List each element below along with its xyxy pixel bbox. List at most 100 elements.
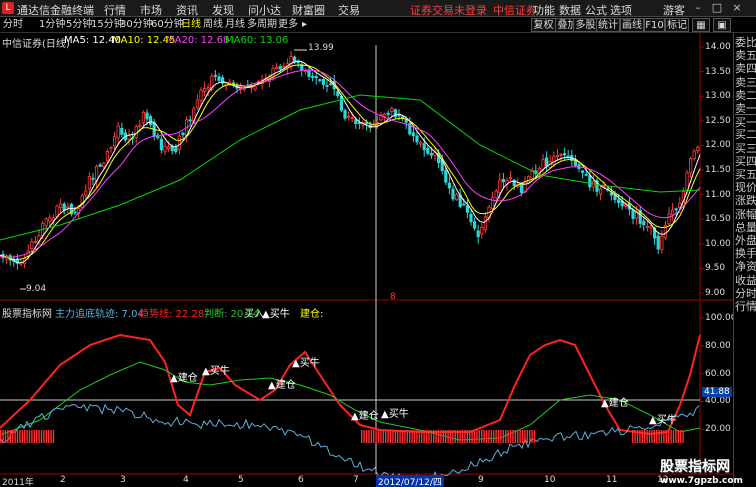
- signal-annotation: ▲建仓: [351, 411, 379, 422]
- minimize-icon[interactable]: –: [690, 1, 706, 15]
- trend-line-label: 趋势线: 22.28: [139, 309, 205, 320]
- candlestick-series: [1, 49, 700, 290]
- signal-bar: [505, 430, 507, 443]
- candle-body: [490, 197, 495, 209]
- signal-bar: [397, 430, 399, 443]
- signal-bar: [440, 430, 442, 443]
- period-monthly[interactable]: 月线: [225, 18, 245, 32]
- candle-body: [73, 211, 77, 214]
- indicator-tick: 100.00: [705, 313, 737, 323]
- candle-body: [217, 76, 221, 81]
- menu-hangqing[interactable]: 行情: [104, 2, 126, 18]
- signal-bar: [524, 430, 526, 443]
- signal-bar: [19, 430, 21, 443]
- candle-body: [642, 220, 646, 226]
- candle-body: [411, 132, 416, 137]
- judge-line: [0, 361, 701, 441]
- menu-zixun[interactable]: 资讯: [176, 2, 198, 18]
- signal-bar: [521, 430, 524, 443]
- signal-bar: [682, 430, 684, 443]
- candle-body: [372, 124, 376, 127]
- f10-button[interactable]: F10: [644, 18, 665, 32]
- period-multi[interactable]: 多周期: [247, 18, 277, 32]
- menu-jiaoyi[interactable]: 交易: [338, 2, 360, 18]
- menu-gongshi[interactable]: 公式: [585, 2, 607, 18]
- signal-bar: [485, 430, 488, 443]
- signal-bar: [437, 430, 440, 443]
- signal-bar: [406, 430, 408, 443]
- signal-annotation: ▲建仓: [601, 398, 629, 409]
- period-more[interactable]: 更多: [278, 18, 298, 32]
- login-status[interactable]: 证券交易未登录: [410, 2, 487, 18]
- candle-body: [609, 192, 614, 196]
- period-daily[interactable]: 日线: [181, 18, 201, 32]
- window-icon[interactable]: ▣: [713, 18, 731, 32]
- menu-gongneng[interactable]: 功能: [533, 2, 555, 18]
- candle-body: [127, 135, 131, 140]
- candle-body: [188, 119, 192, 122]
- candle-body: [498, 179, 502, 194]
- signal-bar: [365, 430, 368, 443]
- candle-body: [105, 151, 109, 162]
- signal-bar: [471, 430, 473, 443]
- more-arrow-icon[interactable]: ▸: [302, 18, 307, 32]
- signal-bar: [399, 430, 401, 443]
- period-5min[interactable]: 5分钟: [66, 18, 92, 32]
- draw-line-button[interactable]: 画线: [620, 18, 644, 32]
- close-icon[interactable]: ×: [729, 1, 745, 15]
- trend-line: [0, 333, 701, 436]
- period-30min[interactable]: 30分钟: [120, 18, 153, 32]
- multi-stock-button[interactable]: 多股: [573, 18, 598, 32]
- candle-body: [472, 221, 477, 229]
- signal-bar: [430, 430, 432, 443]
- mark-button[interactable]: 标记: [665, 18, 689, 32]
- candle-body: [98, 164, 102, 167]
- signal-bar: [665, 430, 667, 443]
- period-15min[interactable]: 15分钟: [91, 18, 124, 32]
- period-fenshi[interactable]: 分时: [3, 18, 23, 32]
- menu-caifuquan[interactable]: 财富圈: [292, 2, 325, 18]
- candle-body: [552, 155, 556, 165]
- candle-body: [328, 83, 333, 86]
- candle-body: [87, 176, 91, 190]
- menu-wenxiaoda[interactable]: 问小达: [248, 2, 281, 18]
- candle-body: [44, 218, 48, 226]
- period-60min[interactable]: 60分钟: [151, 18, 184, 32]
- candle-body: [692, 150, 696, 160]
- signal-bar: [0, 430, 2, 443]
- statistics-button[interactable]: 统计: [596, 18, 620, 32]
- guest-label[interactable]: 游客: [663, 2, 685, 18]
- menu-shuju[interactable]: 数据: [559, 2, 581, 18]
- restore-icon[interactable]: □: [709, 1, 725, 15]
- candle-body: [253, 86, 257, 90]
- signal-bar: [404, 430, 406, 443]
- date-tick: 5: [238, 475, 244, 485]
- signal-bar: [529, 430, 531, 443]
- grid-icon[interactable]: ▦: [692, 18, 710, 32]
- signal-bar: [651, 430, 653, 443]
- signal-bar: [375, 430, 377, 443]
- candle-body: [116, 125, 120, 139]
- candle-body: [584, 173, 588, 176]
- signal-bar: [389, 430, 392, 443]
- high-price-label: 13.99: [308, 43, 334, 53]
- candle-body: [671, 209, 675, 216]
- candle-body: [282, 65, 286, 68]
- panel-item[interactable]: 行情: [735, 299, 756, 314]
- candle-body: [156, 136, 160, 139]
- period-1min[interactable]: 1分钟: [39, 18, 65, 32]
- signal-bar: [533, 430, 536, 443]
- candle-body: [159, 138, 163, 151]
- menu-shichang[interactable]: 市场: [140, 2, 162, 18]
- signal-bar: [48, 430, 50, 443]
- signal-bar: [466, 430, 468, 443]
- candle-body: [141, 111, 145, 123]
- period-weekly[interactable]: 周线: [203, 18, 223, 32]
- signal-bar: [641, 430, 643, 443]
- broker-name[interactable]: 中信证券: [493, 2, 537, 18]
- menu-xuanxiang[interactable]: 选项: [610, 2, 632, 18]
- menu-faxian[interactable]: 发现: [212, 2, 234, 18]
- fuquan-button[interactable]: 复权: [531, 18, 556, 32]
- signal-bar: [377, 430, 380, 443]
- candle-body: [138, 124, 142, 127]
